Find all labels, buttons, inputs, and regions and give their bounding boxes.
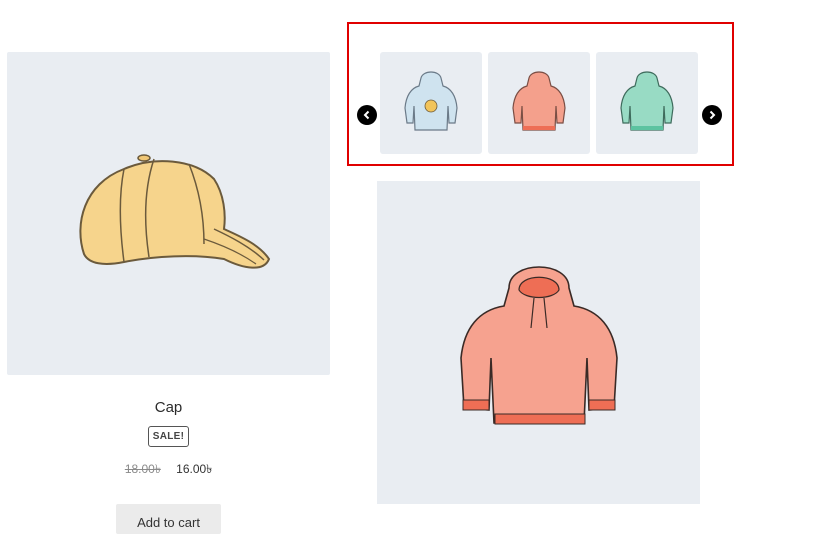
price-old: 18.00৳ xyxy=(124,462,161,476)
main-product-image[interactable] xyxy=(377,181,700,504)
product-card: Cap SALE! 18.00৳ 16.00৳ Add to cart xyxy=(7,52,330,534)
gallery-thumbnail-hoodie-pink[interactable] xyxy=(488,52,590,154)
hoodie-pink-large-icon xyxy=(459,265,618,424)
hoodie-blue-logo-icon xyxy=(404,71,458,131)
price-new: 16.00৳ xyxy=(176,462,213,476)
chevron-left-icon[interactable] xyxy=(357,105,377,125)
hoodie-pink-icon xyxy=(512,71,566,131)
product-title[interactable]: Cap xyxy=(7,399,330,416)
add-to-cart-button[interactable]: Add to cart xyxy=(116,504,221,534)
price-row: 18.00৳ 16.00৳ xyxy=(7,461,330,481)
cap-icon xyxy=(78,153,270,269)
cap-product-image[interactable] xyxy=(7,52,330,375)
hoodie-green-icon xyxy=(620,71,674,131)
gallery-thumbnail-hoodie-green[interactable] xyxy=(596,52,698,154)
gallery-thumbnail-hoodie-blue[interactable] xyxy=(380,52,482,154)
chevron-right-icon[interactable] xyxy=(702,105,722,125)
sale-badge: SALE! xyxy=(147,426,190,447)
